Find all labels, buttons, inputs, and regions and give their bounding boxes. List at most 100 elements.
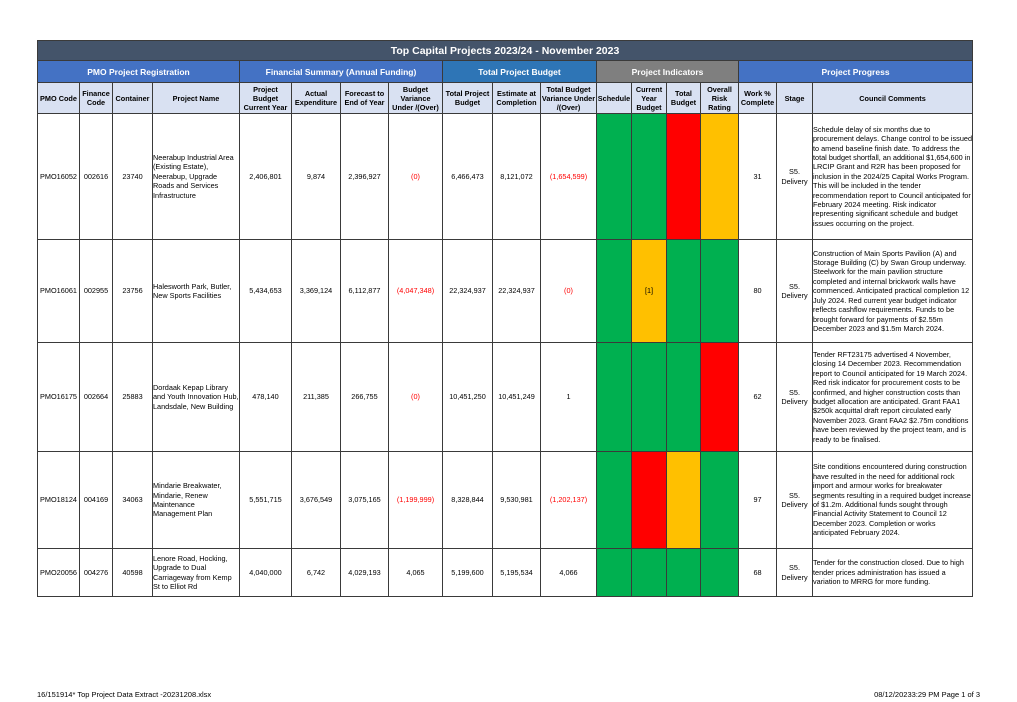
pmo-code-cell: PMO18124 (37, 451, 80, 549)
pmo-code-cell: PMO20056 (37, 548, 80, 597)
total-project-budget-cell: 5,199,600 (442, 548, 493, 597)
work-complete-cell: 97 (738, 451, 777, 549)
table-row: PMO16052 002616 23740 Neerabup Industrial A… (37, 113, 974, 240)
project-name-cell: Neerabup Industrial Area (Existing Estat… (152, 113, 240, 240)
total-project-budget-cell: 10,451,250 (442, 342, 493, 452)
current-year-budget-indicator (631, 548, 667, 597)
budget-variance-cell: (0) (388, 342, 443, 452)
budget-variance-cell: (0) (388, 113, 443, 240)
col-total-budget-variance: Total Budget Variance Under /(Over) (540, 82, 597, 114)
project-budget-cell: 5,551,715 (239, 451, 292, 549)
col-current-year-budget: Current Year Budget (631, 82, 667, 114)
actual-expenditure-cell: 3,369,124 (291, 239, 341, 343)
stage-cell: S5. Delivery (776, 342, 813, 452)
total-budget-variance-cell: (0) (540, 239, 597, 343)
overall-risk-indicator (700, 451, 739, 549)
project-name-cell: Halesworth Park, Butler, New Sports Faci… (152, 239, 240, 343)
col-overall-risk: Overall Risk Rating (700, 82, 739, 114)
col-budget-variance: Budget Variance Under /(Over) (388, 82, 443, 114)
actual-expenditure-cell: 211,385 (291, 342, 341, 452)
forecast-cell: 6,112,877 (340, 239, 389, 343)
forecast-cell: 266,755 (340, 342, 389, 452)
group-total-project-budget: Total Project Budget (442, 60, 597, 83)
stage-cell: S5. Delivery (776, 113, 813, 240)
container-cell: 40598 (112, 548, 153, 597)
stage-cell: S5. Delivery (776, 451, 813, 549)
project-name-cell: Mindarie Breakwater, Mindarie, Renew Mai… (152, 451, 240, 549)
council-comments-cell: Construction of Main Sports Pavilion (A)… (811, 239, 974, 343)
project-budget-cell: 2,406,801 (239, 113, 292, 240)
schedule-indicator (596, 113, 632, 240)
total-project-budget-cell: 22,324,937 (442, 239, 493, 343)
stage-cell: S5. Delivery (776, 239, 813, 343)
col-schedule: Schedule (596, 82, 632, 114)
finance-code-cell: 002616 (79, 113, 113, 240)
footer-file-name: 16/151914* Top Project Data Extract -202… (37, 690, 212, 699)
budget-variance-cell: (1,199,999) (388, 451, 443, 549)
total-budget-indicator (666, 239, 701, 343)
total-budget-variance-cell: (1,202,137) (540, 451, 597, 549)
council-comments-cell: Tender RFT23175 advertised 4 November, c… (811, 342, 974, 452)
col-forecast: Forecast to End of Year (340, 82, 389, 114)
container-cell: 23756 (112, 239, 153, 343)
projects-table: Top Capital Projects 2023/24 - November … (36, 40, 974, 597)
col-project-budget: Project Budget Current Year (239, 82, 292, 114)
col-total-project-budget: Total Project Budget (442, 82, 493, 114)
total-budget-indicator (666, 548, 701, 597)
forecast-cell: 3,075,165 (340, 451, 389, 549)
overall-risk-indicator (700, 548, 739, 597)
estimate-completion-cell: 8,121,072 (492, 113, 541, 240)
col-project-name: Project Name (152, 82, 240, 114)
work-complete-cell: 68 (738, 548, 777, 597)
project-budget-cell: 5,434,653 (239, 239, 292, 343)
current-year-budget-indicator (631, 113, 667, 240)
container-cell: 25883 (112, 342, 153, 452)
total-project-budget-cell: 6,466,473 (442, 113, 493, 240)
total-budget-variance-cell: 1 (540, 342, 597, 452)
project-name-cell: Lenore Road, Hocking, Upgrade to Dual Ca… (152, 548, 240, 597)
total-project-budget-cell: 8,328,844 (442, 451, 493, 549)
total-budget-variance-cell: (1,654,599) (540, 113, 597, 240)
table-row: PMO18124 004169 34063 Mindarie Breakwater, … (37, 451, 974, 549)
project-name-cell: Dordaak Kepap Library and Youth Innovati… (152, 342, 240, 452)
col-container: Container (112, 82, 153, 114)
budget-variance-cell: 4,065 (388, 548, 443, 597)
work-complete-cell: 80 (738, 239, 777, 343)
table-row: PMO16061 002955 23756 Halesworth Park, Butl… (37, 239, 974, 343)
group-project-indicators: Project Indicators (596, 60, 739, 83)
finance-code-cell: 002664 (79, 342, 113, 452)
schedule-indicator (596, 548, 632, 597)
finance-code-cell: 004169 (79, 451, 113, 549)
actual-expenditure-cell: 9,874 (291, 113, 341, 240)
current-year-budget-indicator: [1] (631, 239, 667, 343)
group-registration: PMO Project Registration (37, 60, 240, 83)
actual-expenditure-cell: 6,742 (291, 548, 341, 597)
table-row: PMO16175 002664 25883 Dordaak Kepap Library… (37, 342, 974, 452)
pmo-code-cell: PMO16175 (37, 342, 80, 452)
stage-cell: S5. Delivery (776, 548, 813, 597)
finance-code-cell: 002955 (79, 239, 113, 343)
overall-risk-indicator (700, 113, 739, 240)
actual-expenditure-cell: 3,676,549 (291, 451, 341, 549)
col-pmo-code: PMO Code (37, 82, 80, 114)
table-row: PMO20056 004276 40598 Lenore Road, Hocking,… (37, 548, 974, 597)
col-total-budget: Total Budget (666, 82, 701, 114)
group-project-progress: Project Progress (737, 60, 974, 83)
overall-risk-indicator (700, 342, 739, 452)
overall-risk-indicator (700, 239, 739, 343)
work-complete-cell: 62 (738, 342, 777, 452)
table-body: PMO16052 002616 23740 Neerabup Industrial A… (37, 113, 974, 597)
estimate-completion-cell: 10,451,249 (492, 342, 541, 452)
col-estimate-completion: Estimate at Completion (492, 82, 541, 114)
col-council-comments: Council Comments (811, 82, 974, 114)
col-stage: Stage (776, 82, 813, 114)
work-complete-cell: 31 (738, 113, 777, 240)
total-budget-indicator (666, 113, 701, 240)
council-comments-cell: Tender for the construction closed. Due … (811, 548, 974, 597)
total-budget-indicator (666, 342, 701, 452)
group-financial-summary: Financial Summary (Annual Funding) (239, 60, 443, 83)
schedule-indicator (596, 342, 632, 452)
budget-variance-cell: (4,047,348) (388, 239, 443, 343)
report-title: Top Capital Projects 2023/24 - November … (36, 40, 974, 61)
pmo-code-cell: PMO16052 (37, 113, 80, 240)
